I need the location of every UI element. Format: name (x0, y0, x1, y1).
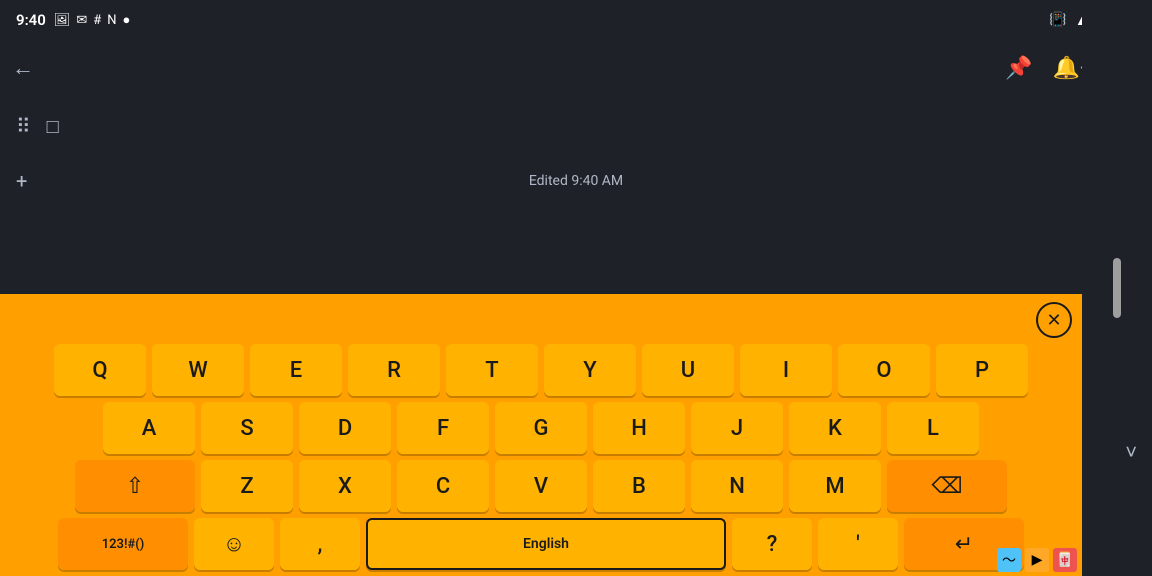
bottom-app-icons: 〜 ▶ 🀄 (997, 548, 1077, 572)
keyboard-close-button[interactable]: ✕ (1036, 302, 1072, 338)
key-r[interactable]: R (348, 344, 440, 396)
key-numbers[interactable]: 123!#() (58, 518, 188, 570)
news-icon: N (107, 13, 116, 28)
key-row-3: ⇧ Z X C V B N M ⌫ (6, 460, 1076, 512)
key-j[interactable]: J (691, 402, 783, 454)
status-bar: 9:40 🖼 ✉ # N ● 📳 ▲ ▲ 🔋 (0, 0, 1152, 40)
key-c[interactable]: C (397, 460, 489, 512)
key-f[interactable]: F (397, 402, 489, 454)
keyboard-top-row: ✕ (6, 302, 1076, 338)
app-icon-2: ▶ (1025, 548, 1049, 572)
key-p[interactable]: P (936, 344, 1028, 396)
app-icon-1: 〜 (997, 548, 1021, 572)
key-v[interactable]: V (495, 460, 587, 512)
close-circle-icon: ✕ (1046, 310, 1061, 331)
key-m[interactable]: M (789, 460, 881, 512)
keyboard-area: ✕ Q W E R T Y U I O P A S D F G H J K L (0, 294, 1082, 576)
photo-icon: 🖼 (54, 13, 71, 28)
key-e[interactable]: E (250, 344, 342, 396)
key-i[interactable]: I (740, 344, 832, 396)
key-a[interactable]: A (103, 402, 195, 454)
key-shift[interactable]: ⇧ (75, 460, 195, 512)
scrollbar[interactable] (1082, 0, 1152, 576)
chevron-down-button[interactable]: ˅ (1125, 440, 1137, 465)
status-left: 9:40 🖼 ✉ # N ● (16, 11, 130, 29)
key-row-4: 123!#() ☺ , English ? ' ↵ (6, 518, 1076, 570)
key-n[interactable]: N (691, 460, 783, 512)
key-l[interactable]: L (887, 402, 979, 454)
content-left: ⠿ □ (16, 114, 59, 139)
key-space[interactable]: English (366, 518, 726, 570)
gmail-icon: ✉ (76, 13, 87, 28)
grid-dots-icon[interactable]: ⠿ (16, 114, 31, 138)
key-emoji[interactable]: ☺ (194, 518, 274, 570)
pin-button[interactable]: 📌 (1005, 56, 1032, 81)
key-k[interactable]: K (789, 402, 881, 454)
key-comma[interactable]: , (280, 518, 360, 570)
key-delete[interactable]: ⌫ (887, 460, 1007, 512)
status-icons: 🖼 ✉ # N ● (54, 12, 131, 28)
toolbar-left: ← (12, 55, 34, 81)
key-g[interactable]: G (495, 402, 587, 454)
back-button[interactable]: ← (12, 55, 34, 81)
keyboard-rows: Q W E R T Y U I O P A S D F G H J K L ⇧ … (6, 344, 1076, 570)
edited-text: Edited 9:40 AM (529, 173, 623, 189)
dot-icon: ● (123, 12, 131, 28)
slack-icon: # (93, 13, 101, 28)
add-button[interactable]: + (16, 169, 27, 193)
key-s[interactable]: S (201, 402, 293, 454)
key-y[interactable]: Y (544, 344, 636, 396)
key-o[interactable]: O (838, 344, 930, 396)
key-b[interactable]: B (593, 460, 685, 512)
key-z[interactable]: Z (201, 460, 293, 512)
key-row-1: Q W E R T Y U I O P (6, 344, 1076, 396)
key-h[interactable]: H (593, 402, 685, 454)
key-w[interactable]: W (152, 344, 244, 396)
key-question[interactable]: ? (732, 518, 812, 570)
status-time: 9:40 (16, 11, 46, 29)
key-apostrophe[interactable]: ' (818, 518, 898, 570)
main-toolbar: ← 📌 🔔+ 📥 (0, 40, 1152, 96)
scrollbar-thumb (1113, 258, 1121, 318)
key-row-2: A S D F G H J K L (6, 402, 1076, 454)
key-u[interactable]: U (642, 344, 734, 396)
vibrate-icon: 📳 (1049, 12, 1066, 28)
key-d[interactable]: D (299, 402, 391, 454)
edit-row: + Edited 9:40 AM ⋮ (0, 156, 1152, 206)
key-x[interactable]: X (299, 460, 391, 512)
square-icon[interactable]: □ (47, 114, 59, 139)
key-q[interactable]: Q (54, 344, 146, 396)
content-area: ⠿ □ ⠿ ✕ (0, 96, 1152, 156)
app-icon-3: 🀄 (1053, 548, 1077, 572)
key-t[interactable]: T (446, 344, 538, 396)
